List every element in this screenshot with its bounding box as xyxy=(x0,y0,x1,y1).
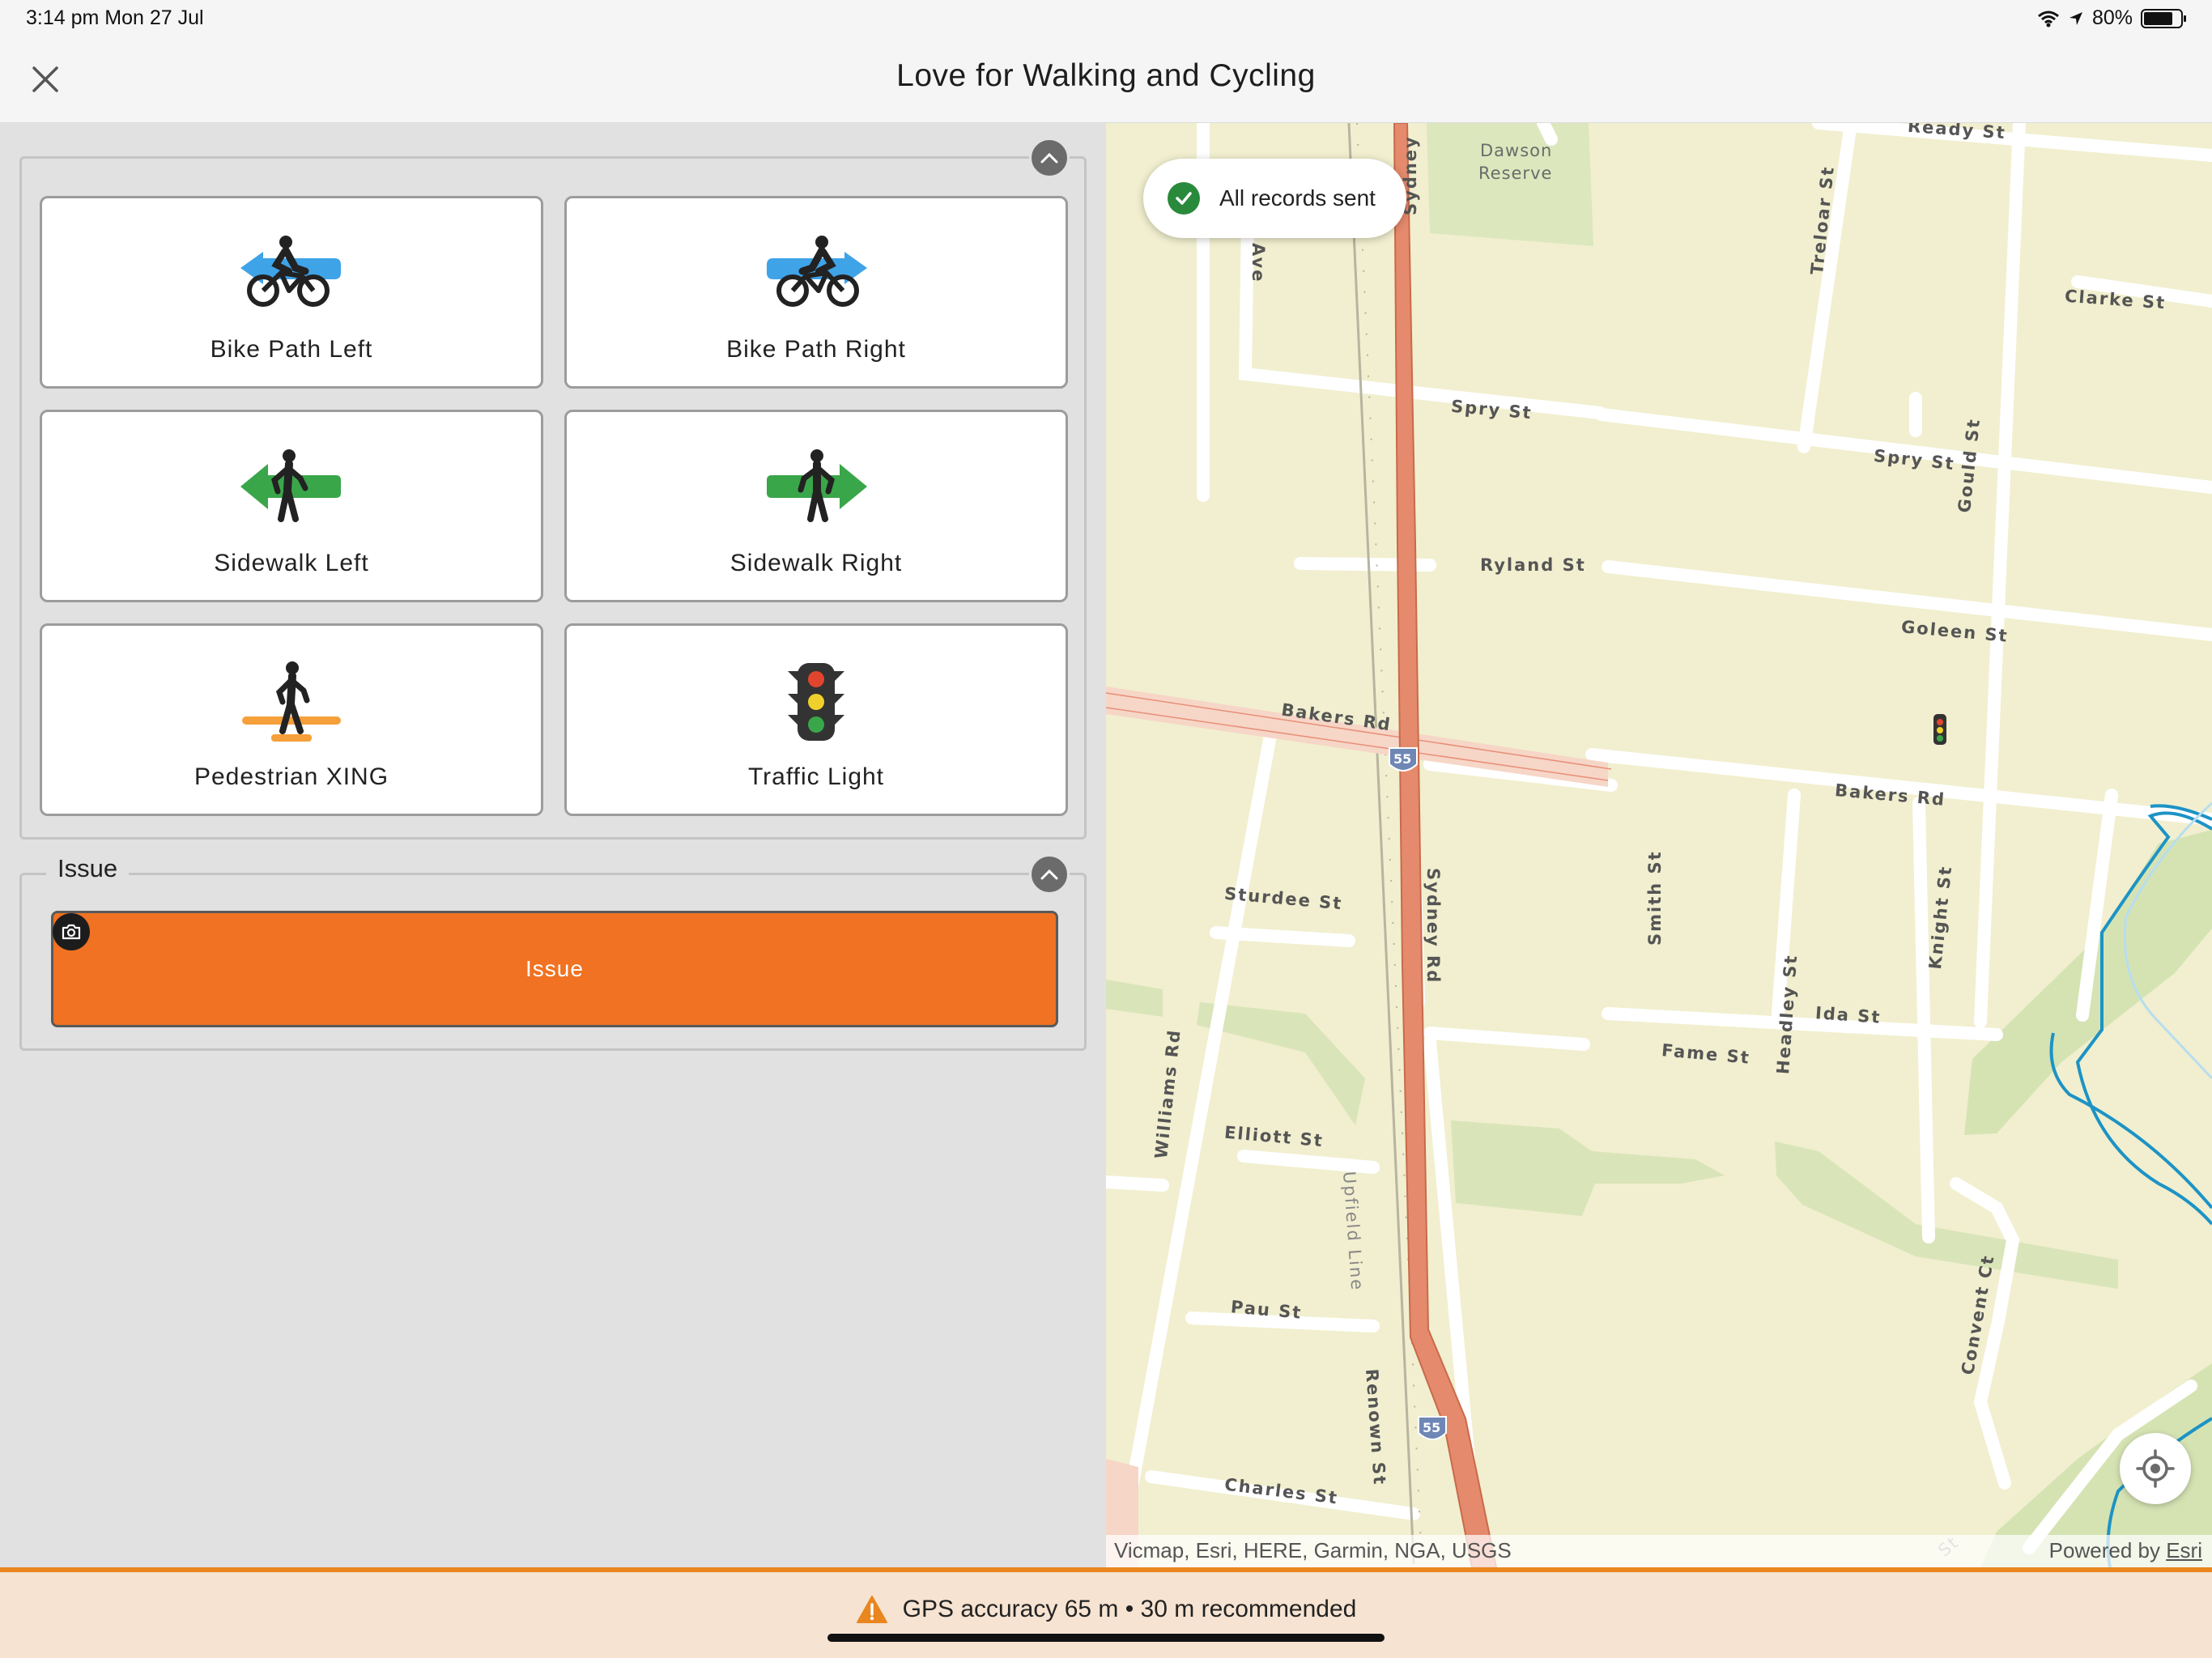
wifi-icon xyxy=(2037,11,2059,27)
tile-bike-path-right[interactable]: Bike Path Right xyxy=(564,196,1068,389)
map-label: Spry St xyxy=(1450,396,1534,423)
collapse-group-button[interactable] xyxy=(1029,138,1070,178)
header: Love for Walking and Cycling xyxy=(0,39,2212,123)
camera-badge xyxy=(53,913,90,950)
collapse-group-button[interactable] xyxy=(1029,854,1070,895)
sidewalk-right-icon xyxy=(767,449,867,522)
issue-group: Issue Issue xyxy=(19,854,1087,1051)
locate-me-button[interactable] xyxy=(2120,1433,2191,1504)
map-labels: Dawson Reserve Ready St Clarke St Treloa… xyxy=(1106,123,2212,1567)
sidewalk-left-icon xyxy=(240,449,341,522)
feature-template-group: Bike Path Left Bike Path Right Sidewalk … xyxy=(19,138,1087,840)
page-title: Love for Walking and Cycling xyxy=(896,58,1316,93)
tile-label: Sidewalk Right xyxy=(730,550,903,576)
map-label: Sturdee St xyxy=(1223,883,1344,914)
gps-accuracy-text: GPS accuracy 65 m • 30 m recommended xyxy=(902,1596,1357,1622)
bike-path-left-icon xyxy=(240,236,341,307)
powered-by: Powered by Esri xyxy=(2049,1538,2202,1563)
powered-by-text: Powered by xyxy=(2048,1538,2160,1562)
toast-text: All records sent xyxy=(1219,185,1376,210)
map-view[interactable]: Dawson Reserve Ready St Clarke St Treloa… xyxy=(1106,123,2212,1567)
map-label: Goleen St xyxy=(1900,617,2010,646)
map-label: Upfield Line xyxy=(1339,1171,1368,1292)
tile-label: Sidewalk Left xyxy=(214,550,369,576)
chevron-up-icon xyxy=(1040,152,1058,164)
tile-label: Pedestrian XING xyxy=(194,763,389,790)
map-label: Ida St xyxy=(1814,1003,1882,1027)
camera-icon xyxy=(62,924,81,940)
esri-link[interactable]: Esri xyxy=(2166,1538,2202,1562)
crosshair-icon xyxy=(2136,1449,2175,1488)
attribution-text: Vicmap, Esri, HERE, Garmin, NGA, USGS xyxy=(1114,1538,1512,1562)
map-label: Treloar St xyxy=(1807,164,1839,276)
pedestrian-crossing-icon xyxy=(242,661,341,742)
map-label: Convent Ct xyxy=(1958,1252,1998,1377)
map-label: Elliott St xyxy=(1223,1122,1325,1151)
map-label: Ave xyxy=(1249,243,1268,283)
map-label: Charles St xyxy=(1223,1474,1340,1508)
group-title: Issue xyxy=(46,854,130,883)
map-label: Ryland St xyxy=(1480,555,1586,575)
battery-icon xyxy=(2141,8,2186,28)
sync-toast: All records sent xyxy=(1143,159,1406,238)
status-right: 80% xyxy=(2037,6,2186,30)
tile-sidewalk-left[interactable]: Sidewalk Left xyxy=(40,410,543,602)
route-shield-label: 55 xyxy=(1393,751,1412,767)
tile-bike-path-left[interactable]: Bike Path Left xyxy=(40,196,543,389)
tile-pedestrian-xing[interactable]: Pedestrian XING xyxy=(40,623,543,816)
map-attribution: Vicmap, Esri, HERE, Garmin, NGA, USGS Po… xyxy=(1106,1535,2212,1567)
map-label: Clarke St xyxy=(2064,286,2167,313)
check-circle-icon xyxy=(1168,182,1200,215)
status-bar: 3:14 pm Mon 27 Jul 80% xyxy=(0,0,2212,39)
map-label: Headley St xyxy=(1773,953,1802,1075)
gps-accuracy-bar: GPS accuracy 65 m • 30 m recommended xyxy=(0,1567,2212,1658)
location-arrow-icon xyxy=(2069,11,2082,25)
traffic-light-icon xyxy=(788,663,844,741)
tile-label: Traffic Light xyxy=(747,763,885,790)
form-panel: Bike Path Left Bike Path Right Sidewalk … xyxy=(0,123,1106,1567)
map-label: Smith St xyxy=(1645,850,1665,946)
map-label: Dawson xyxy=(1480,141,1553,160)
tile-traffic-light[interactable]: Traffic Light xyxy=(564,623,1068,816)
route-shield-label: 55 xyxy=(1423,1420,1441,1435)
map-label: Sydney Rd xyxy=(1423,868,1443,984)
map-label: Renown St xyxy=(1362,1368,1390,1486)
map-label: Bakers Rd xyxy=(1834,780,1946,810)
home-indicator[interactable] xyxy=(827,1634,1385,1642)
chevron-up-icon xyxy=(1040,869,1058,880)
tile-label: Bike Path Right xyxy=(726,336,906,363)
warning-icon xyxy=(856,1596,887,1623)
map-label: Knight St xyxy=(1925,864,1956,971)
bike-path-right-icon xyxy=(767,236,867,307)
map-label: Fame St xyxy=(1661,1040,1751,1068)
status-time: 3:14 pm Mon 27 Jul xyxy=(26,6,204,29)
map-label: Gould St xyxy=(1955,417,1984,514)
map-label: Spry St xyxy=(1873,445,1956,474)
map-label: Williams Rd xyxy=(1151,1027,1185,1160)
map-label: Reserve xyxy=(1478,164,1553,183)
issue-button[interactable]: Issue xyxy=(51,911,1058,1027)
tile-sidewalk-right[interactable]: Sidewalk Right xyxy=(564,410,1068,602)
tile-label: Bike Path Left xyxy=(210,336,373,363)
map-label: Bakers Rd xyxy=(1279,699,1393,735)
battery-percent: 80% xyxy=(2091,6,2133,29)
map-label: Ready St xyxy=(1907,123,2007,143)
map-label: Pau St xyxy=(1230,1297,1304,1323)
